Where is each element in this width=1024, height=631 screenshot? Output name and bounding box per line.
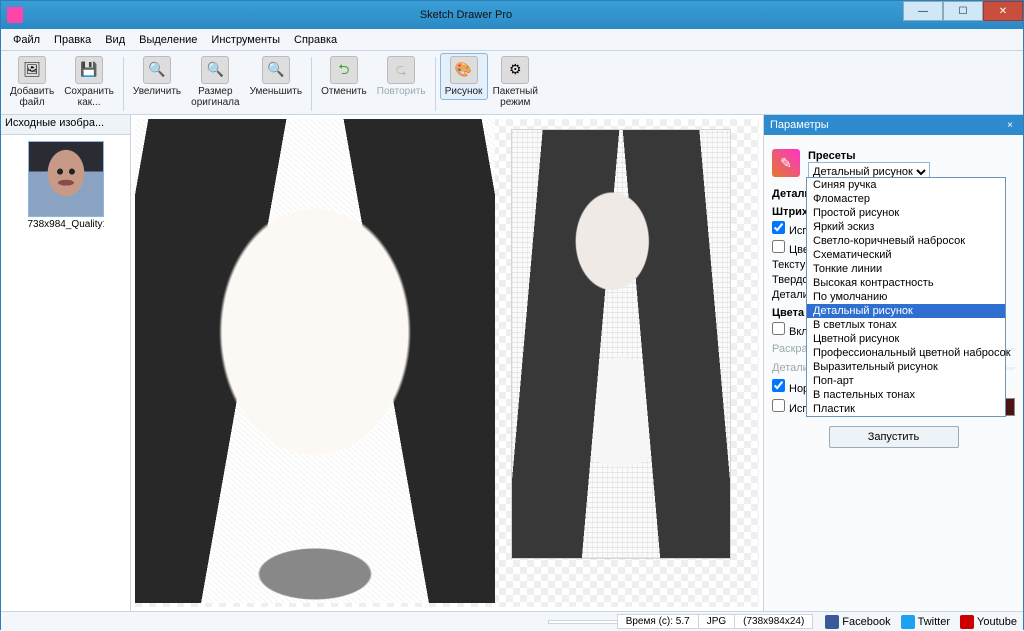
separator — [123, 57, 124, 111]
preset-option[interactable]: Тонкие линии — [807, 262, 1005, 276]
toolbar: 🖼Добавить файл 💾Сохранить как... 🔍Увелич… — [1, 51, 1023, 115]
twitter-link[interactable]: Twitter — [901, 615, 950, 629]
thumbnail-image — [28, 141, 104, 217]
twitter-icon — [901, 615, 915, 629]
preset-option[interactable]: Светло-коричневый набросок — [807, 234, 1005, 248]
panel-header: Параметры × — [764, 115, 1023, 135]
close-button[interactable]: ✕ — [983, 1, 1023, 21]
app-icon — [7, 7, 23, 23]
preset-option[interactable]: Профессиональный цветной набросок — [807, 346, 1005, 360]
menu-file[interactable]: Файл — [7, 32, 46, 48]
sidebar: Исходные изобра... 738x984_Quality100_c.… — [1, 115, 131, 611]
thumbnail-label: 738x984_Quality100_c... — [28, 219, 104, 230]
preset-option[interactable]: По умолчанию — [807, 290, 1005, 304]
preset-option[interactable]: Детальный рисунок — [807, 304, 1005, 318]
canvas[interactable] — [131, 115, 763, 611]
youtube-icon — [960, 615, 974, 629]
run-button[interactable]: Запустить — [829, 426, 959, 448]
undo-button[interactable]: ⮌Отменить — [316, 53, 372, 100]
sketch-portrait-primary — [135, 119, 495, 603]
redo-icon: ⮎ — [387, 56, 415, 84]
preset-option[interactable]: Фломастер — [807, 192, 1005, 206]
preset-option[interactable]: Высокая контрастность — [807, 276, 1005, 290]
preset-option[interactable]: В светлых тонах — [807, 318, 1005, 332]
separator — [435, 57, 436, 111]
status-bar: Время (с): 5.7 JPG (738x984x24) Facebook… — [1, 611, 1023, 631]
panel-title: Параметры — [770, 119, 829, 131]
sidebar-header: Исходные изобра... — [1, 115, 130, 135]
preset-option[interactable]: Выразительный рисунок — [807, 360, 1005, 374]
preset-option[interactable]: Яркий эскиз — [807, 220, 1005, 234]
facebook-icon — [825, 615, 839, 629]
parameters-panel: Параметры × Пресеты Детальный рисунок Си… — [763, 115, 1023, 611]
preset-option[interactable]: В пастельных тонах — [807, 388, 1005, 402]
batch-button[interactable]: ⚙Пакетный режим — [488, 53, 543, 111]
main-area: Исходные изобра... 738x984_Quality100_c.… — [1, 115, 1023, 611]
preset-option[interactable]: Простой рисунок — [807, 206, 1005, 220]
preset-dropdown-list[interactable]: Синяя ручкаФломастерПростой рисунокЯркий… — [806, 177, 1006, 417]
undo-icon: ⮌ — [330, 56, 358, 84]
preset-option[interactable]: Пластик — [807, 402, 1005, 416]
menu-bar: Файл Правка Вид Выделение Инструменты Сп… — [1, 29, 1023, 51]
drawing-button[interactable]: 🎨Рисунок — [440, 53, 488, 100]
status-time: Время (с): 5.7 — [617, 614, 699, 629]
maximize-button[interactable]: ☐ — [943, 1, 983, 21]
menu-view[interactable]: Вид — [99, 32, 131, 48]
menu-select[interactable]: Выделение — [133, 32, 203, 48]
preset-icon — [772, 149, 800, 177]
zoom-in-button[interactable]: 🔍Увеличить — [128, 53, 186, 100]
add-file-button[interactable]: 🖼Добавить файл — [5, 53, 59, 111]
floppy-icon: 💾 — [75, 56, 103, 84]
separator — [311, 57, 312, 111]
preset-option[interactable]: Поп-арт — [807, 374, 1005, 388]
preset-option[interactable]: Схематический — [807, 248, 1005, 262]
title-bar: Sketch Drawer Pro — ☐ ✕ — [1, 1, 1023, 29]
status-empty — [548, 620, 618, 624]
save-as-button[interactable]: 💾Сохранить как... — [59, 53, 119, 111]
zoom-fit-icon: 🔍 — [201, 56, 229, 84]
minimize-button[interactable]: — — [903, 1, 943, 21]
preset-option[interactable]: Цветной рисунок — [807, 332, 1005, 346]
menu-edit[interactable]: Правка — [48, 32, 97, 48]
menu-help[interactable]: Справка — [288, 32, 343, 48]
gear-icon: ⚙ — [501, 56, 529, 84]
panel-close-button[interactable]: × — [1003, 118, 1017, 132]
zoom-in-icon: 🔍 — [143, 56, 171, 84]
zoom-out-icon: 🔍 — [262, 56, 290, 84]
facebook-link[interactable]: Facebook — [825, 615, 890, 629]
preset-option[interactable]: Синяя ручка — [807, 178, 1005, 192]
photo-icon: 🖼 — [18, 56, 46, 84]
drawing-icon: 🎨 — [450, 56, 478, 84]
menu-tools[interactable]: Инструменты — [205, 32, 286, 48]
presets-label: Пресеты — [808, 150, 1015, 162]
source-thumbnail[interactable]: 738x984_Quality100_c... — [28, 141, 104, 230]
redo-button[interactable]: ⮎Повторить — [372, 53, 431, 100]
window-title: Sketch Drawer Pro — [29, 9, 903, 21]
sketch-portrait-secondary — [511, 129, 731, 559]
zoom-out-button[interactable]: 🔍Уменьшить — [245, 53, 307, 100]
youtube-link[interactable]: Youtube — [960, 615, 1017, 629]
status-dimensions: (738x984x24) — [734, 614, 813, 629]
status-format: JPG — [698, 614, 735, 629]
zoom-original-button[interactable]: 🔍Размер оригинала — [186, 53, 244, 111]
